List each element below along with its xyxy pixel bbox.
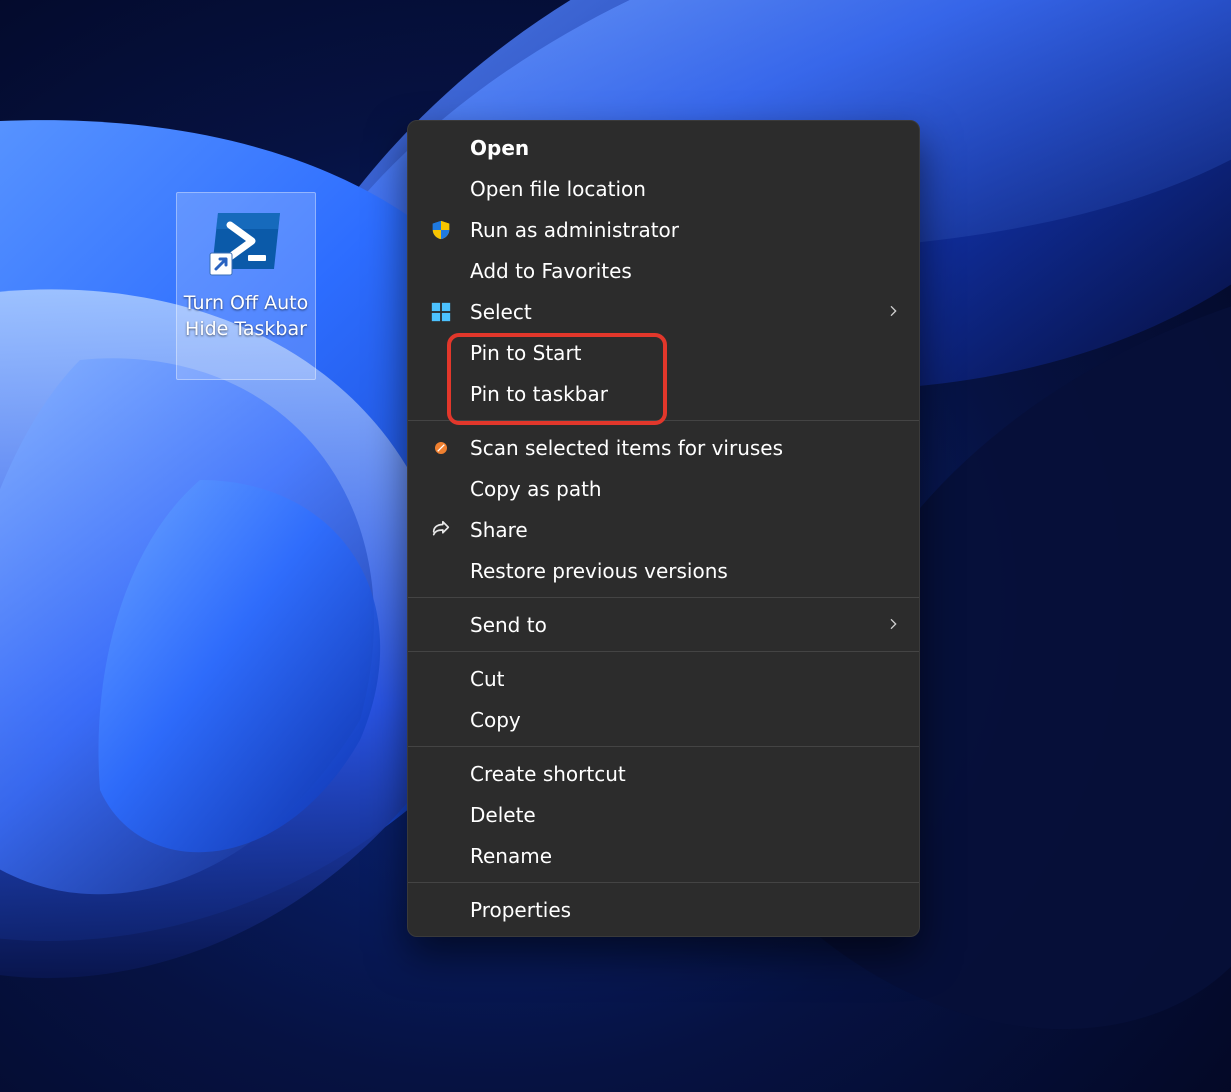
menu-item-label: Run as administrator: [470, 218, 679, 242]
antivirus-icon: [428, 435, 454, 461]
menu-item-open-file-location[interactable]: Open file location: [408, 168, 919, 209]
menu-item-label: Open: [470, 136, 529, 160]
menu-item-label: Add to Favorites: [470, 259, 632, 283]
menu-item-label: Rename: [470, 844, 552, 868]
menu-item-rename[interactable]: Rename: [408, 835, 919, 876]
menu-item-open[interactable]: Open: [408, 127, 919, 168]
menu-item-restore-previous-versions[interactable]: Restore previous versions: [408, 550, 919, 591]
menu-separator: [408, 882, 919, 883]
menu-item-label: Copy: [470, 708, 521, 732]
desktop-shortcut-label: Turn Off Auto Hide Taskbar: [181, 291, 311, 342]
menu-separator: [408, 651, 919, 652]
windows-start-icon: [428, 299, 454, 325]
menu-item-run-as-administrator[interactable]: Run as administrator: [408, 209, 919, 250]
menu-item-share[interactable]: Share: [408, 509, 919, 550]
menu-item-label: Pin to Start: [470, 341, 582, 365]
chevron-right-icon: [885, 613, 901, 637]
menu-item-label: Create shortcut: [470, 762, 626, 786]
menu-item-add-to-favorites[interactable]: Add to Favorites: [408, 250, 919, 291]
menu-item-label: Restore previous versions: [470, 559, 728, 583]
menu-item-cut[interactable]: Cut: [408, 658, 919, 699]
menu-item-properties[interactable]: Properties: [408, 889, 919, 930]
menu-item-select[interactable]: Select: [408, 291, 919, 332]
menu-item-delete[interactable]: Delete: [408, 794, 919, 835]
powershell-icon: [208, 205, 284, 281]
menu-item-label: Pin to taskbar: [470, 382, 608, 406]
uac-shield-icon: [428, 217, 454, 243]
context-menu: Open Open file location Run as administr…: [407, 120, 920, 937]
menu-separator: [408, 597, 919, 598]
menu-item-label: Cut: [470, 667, 504, 691]
menu-separator: [408, 420, 919, 421]
desktop: Turn Off Auto Hide Taskbar Open Open fil…: [0, 0, 1231, 1092]
menu-item-label: Share: [470, 518, 528, 542]
menu-separator: [408, 746, 919, 747]
menu-item-label: Delete: [470, 803, 536, 827]
menu-item-label: Properties: [470, 898, 571, 922]
menu-item-pin-to-taskbar[interactable]: Pin to taskbar: [408, 373, 919, 414]
menu-item-label: Copy as path: [470, 477, 602, 501]
menu-item-label: Scan selected items for viruses: [470, 436, 783, 460]
menu-item-copy[interactable]: Copy: [408, 699, 919, 740]
menu-item-copy-as-path[interactable]: Copy as path: [408, 468, 919, 509]
menu-item-send-to[interactable]: Send to: [408, 604, 919, 645]
menu-item-label: Open file location: [470, 177, 646, 201]
desktop-shortcut-turn-off-auto-hide-taskbar[interactable]: Turn Off Auto Hide Taskbar: [176, 192, 316, 380]
menu-item-label: Select: [470, 300, 532, 324]
menu-item-label: Send to: [470, 613, 547, 637]
menu-item-create-shortcut[interactable]: Create shortcut: [408, 753, 919, 794]
chevron-right-icon: [885, 300, 901, 324]
menu-item-scan-for-viruses[interactable]: Scan selected items for viruses: [408, 427, 919, 468]
menu-item-pin-to-start[interactable]: Pin to Start: [408, 332, 919, 373]
share-icon: [428, 517, 454, 543]
